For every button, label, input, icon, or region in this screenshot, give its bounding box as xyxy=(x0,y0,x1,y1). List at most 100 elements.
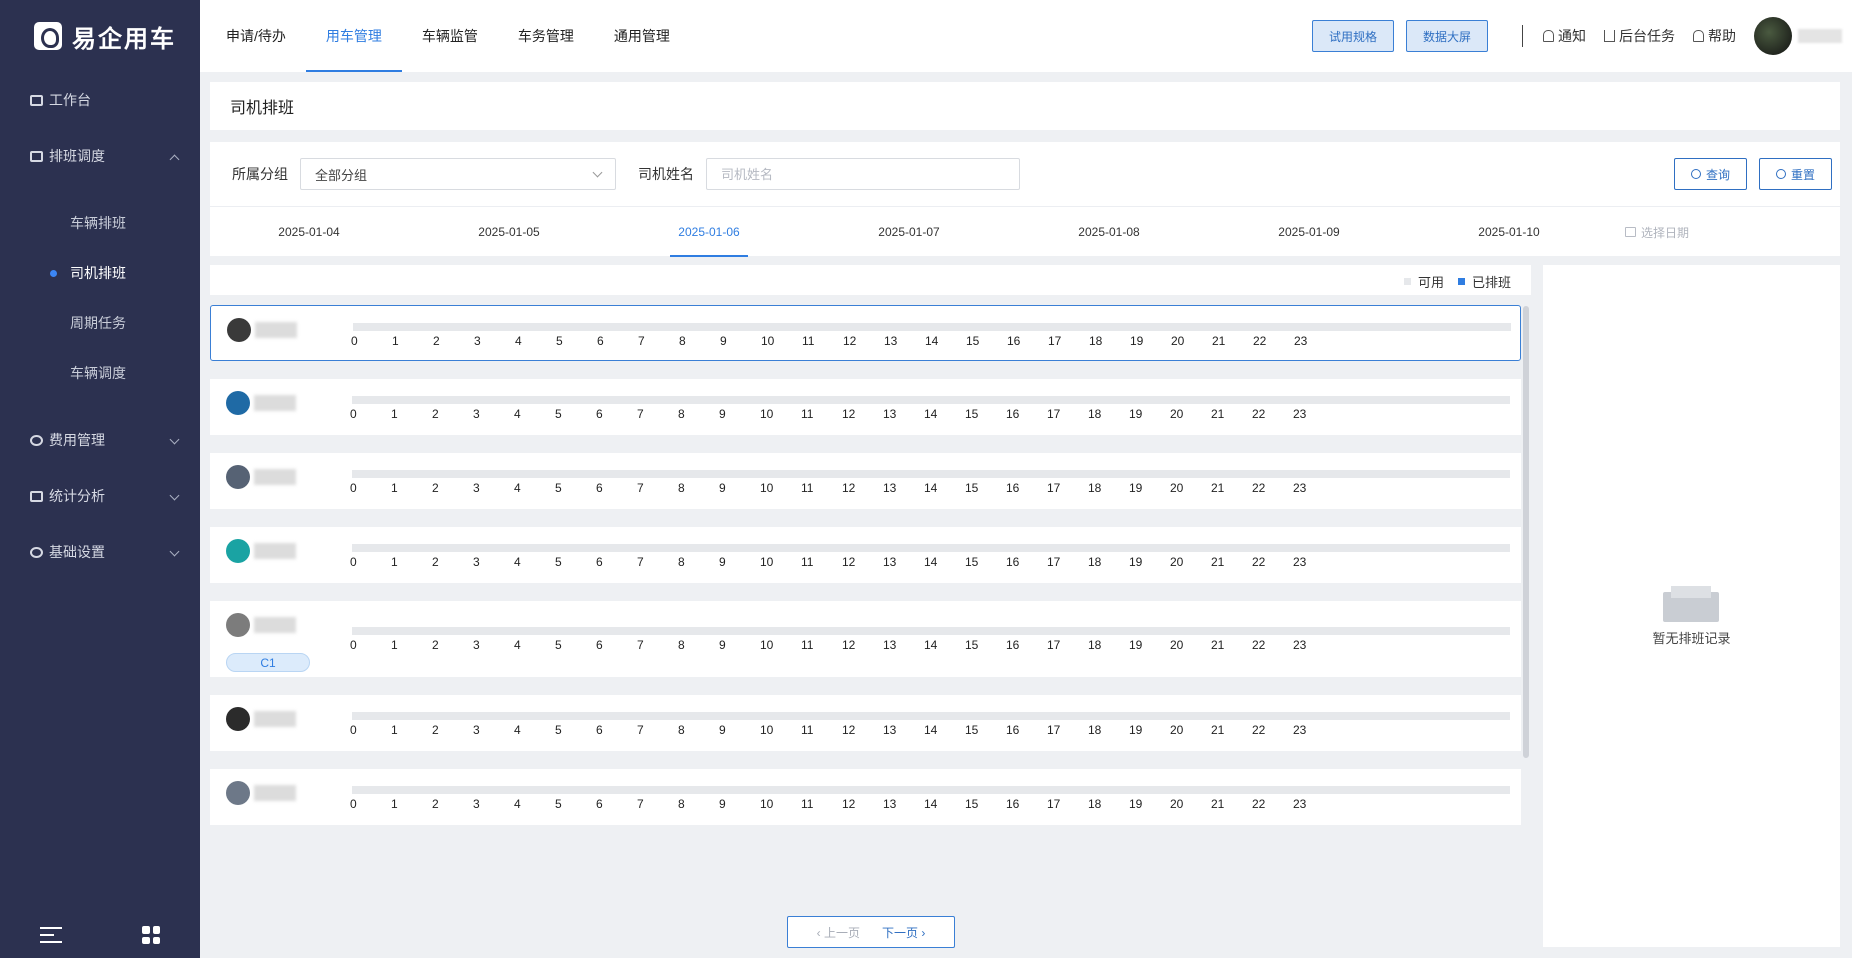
hour-tick-label: 19 xyxy=(1129,797,1143,811)
driver-avatar xyxy=(226,613,250,637)
hour-tick-label: 9 xyxy=(719,555,726,569)
hour-tick-label: 21 xyxy=(1211,481,1225,495)
group-select[interactable]: 全部分组 xyxy=(300,158,616,190)
tab-general-management[interactable]: 通用管理 xyxy=(594,0,690,72)
hour-tick-label: 23 xyxy=(1293,481,1307,495)
reset-button[interactable]: 重置 xyxy=(1758,158,1832,190)
hour-tick-label: 6 xyxy=(596,797,603,811)
sidebar-item-settings[interactable]: 基础设置 xyxy=(0,524,200,580)
hour-tick-label: 3 xyxy=(474,334,481,348)
tasks-label: 后台任务 xyxy=(1619,28,1675,44)
date-tab[interactable]: 2025-01-10 xyxy=(1470,207,1548,257)
timeline-track[interactable] xyxy=(352,786,1510,794)
date-tab[interactable]: 2025-01-07 xyxy=(870,207,948,257)
hour-tick-label: 23 xyxy=(1293,407,1307,421)
driver-name-input[interactable] xyxy=(706,158,1020,190)
hour-tick-label: 6 xyxy=(596,723,603,737)
hour-tick-label: 7 xyxy=(638,334,645,348)
tab-vehicle-monitoring[interactable]: 车辆监管 xyxy=(402,0,498,72)
hour-tick-label: 23 xyxy=(1293,723,1307,737)
query-button[interactable]: 查询 xyxy=(1673,158,1747,190)
timeline-track[interactable] xyxy=(352,544,1510,552)
driver-row[interactable]: 0 1 2 3 4 5 6 7 8 9 10 11 12 13 14 15 16 17 18 19 20 21 22 23 xyxy=(210,453,1521,509)
timeline-track[interactable] xyxy=(352,396,1510,404)
notify-link[interactable]: 通知 xyxy=(1543,26,1586,46)
app-logo[interactable]: 易企用车 xyxy=(0,0,200,72)
driver-row[interactable]: 0 1 2 3 4 5 6 7 8 9 10 11 12 13 14 15 16 17 18 19 20 21 22 23 xyxy=(210,769,1521,825)
tab-car-management[interactable]: 用车管理 xyxy=(305,0,402,72)
user-avatar[interactable] xyxy=(1754,17,1792,55)
date-tab-active[interactable]: 2025-01-06 xyxy=(670,207,748,257)
refresh-icon xyxy=(1775,169,1786,179)
sidebar-footer xyxy=(0,912,200,958)
user-name-blurred[interactable] xyxy=(1798,29,1842,43)
date-tab[interactable]: 2025-01-04 xyxy=(270,207,348,257)
driver-row[interactable]: 0 1 2 3 4 5 6 7 8 9 10 11 12 13 14 15 16 17 18 19 20 21 22 23 xyxy=(210,695,1521,751)
timeline-track[interactable] xyxy=(352,712,1510,720)
chevron-down-icon xyxy=(169,434,180,445)
date-tab[interactable]: 2025-01-05 xyxy=(470,207,548,257)
driver-schedule-list: 0 1 2 3 4 5 6 7 8 9 10 11 12 13 14 15 16 17 18 19 20 21 22 23 0 1… xyxy=(210,303,1521,943)
hour-tick-label: 8 xyxy=(678,638,685,652)
hour-tick-label: 16 xyxy=(1006,638,1020,652)
chevron-up-icon xyxy=(169,154,180,165)
next-page-button[interactable]: 下一页 › xyxy=(882,924,925,941)
hour-tick-label: 18 xyxy=(1088,555,1102,569)
driver-row[interactable]: 0 1 2 3 4 5 6 7 8 9 10 11 12 13 14 15 16 17 18 19 20 21 22 23 xyxy=(210,527,1521,583)
hour-tick-label: 15 xyxy=(966,334,980,348)
chevron-down-icon xyxy=(169,490,180,501)
sidebar-subitem-driver-schedule[interactable]: 司机排班 xyxy=(0,248,200,298)
hour-tick-label: 20 xyxy=(1170,723,1184,737)
sidebar-item-stats[interactable]: 统计分析 xyxy=(0,468,200,524)
sidebar-subitem-vehicle-dispatch[interactable]: 车辆调度 xyxy=(0,348,200,398)
calendar-icon xyxy=(30,150,43,162)
chevron-down-icon xyxy=(592,167,603,178)
hour-tick-label: 12 xyxy=(842,481,856,495)
driver-row[interactable]: 0 1 2 3 4 5 6 7 8 9 10 11 12 13 14 15 16 17 18 19 20 21 22 23 xyxy=(210,379,1521,435)
hour-tick-label: 0 xyxy=(350,638,357,652)
sidebar-item-workbench[interactable]: 工作台 xyxy=(0,72,200,128)
date-tab[interactable]: 2025-01-08 xyxy=(1070,207,1148,257)
topbar-actions: 试用规格 数据大屏 通知 后台任务 帮助 xyxy=(1300,0,1842,72)
sidebar-item-scheduling[interactable]: 排班调度 xyxy=(0,128,200,184)
hour-tick-label: 1 xyxy=(391,638,398,652)
data-screen-button[interactable]: 数据大屏 xyxy=(1405,20,1488,52)
hour-tick-label: 0 xyxy=(350,555,357,569)
prev-page-button[interactable]: ‹ 上一页 xyxy=(817,924,860,941)
trial-spec-button[interactable]: 试用规格 xyxy=(1311,20,1394,52)
help-link[interactable]: 帮助 xyxy=(1693,26,1736,46)
background-tasks-link[interactable]: 后台任务 xyxy=(1604,26,1675,46)
apps-grid-icon[interactable] xyxy=(142,926,160,944)
tab-vehicle-affairs[interactable]: 车务管理 xyxy=(498,0,594,72)
timeline-track[interactable] xyxy=(352,627,1510,635)
chevron-down-icon xyxy=(169,546,180,557)
sidebar-item-cost[interactable]: 费用管理 xyxy=(0,412,200,468)
driver-name-label: 司机姓名 xyxy=(638,166,694,182)
hour-axis: 0 1 2 3 4 5 6 7 8 9 10 11 12 13 14 15 16 17 18 19 20 21 22 23 xyxy=(350,638,1350,654)
hour-tick-label: 18 xyxy=(1089,334,1103,348)
hour-tick-label: 13 xyxy=(883,407,897,421)
date-tab[interactable]: 2025-01-09 xyxy=(1270,207,1348,257)
hour-tick-label: 8 xyxy=(678,797,685,811)
sidebar-subitem-vehicle-schedule[interactable]: 车辆排班 xyxy=(0,198,200,248)
logo-text: 易企用车 xyxy=(72,25,176,53)
date-picker[interactable]: 选择日期 xyxy=(1625,207,1689,257)
hour-tick-label: 13 xyxy=(884,334,898,348)
timeline-track[interactable] xyxy=(352,470,1510,478)
collapse-menu-icon[interactable] xyxy=(40,927,62,943)
hour-tick-label: 4 xyxy=(514,555,521,569)
driver-row[interactable]: C1 0 1 2 3 4 5 6 7 8 9 10 11 12 13 14 15 16 17 18 19 20 21 22 23 xyxy=(210,601,1521,677)
driver-row[interactable]: 0 1 2 3 4 5 6 7 8 9 10 11 12 13 14 15 16 17 18 19 20 21 22 23 xyxy=(210,305,1521,361)
hour-tick-label: 22 xyxy=(1252,638,1266,652)
hour-tick-label: 12 xyxy=(842,407,856,421)
list-scrollbar[interactable] xyxy=(1523,306,1529,758)
gear-icon xyxy=(30,546,43,558)
timeline-track[interactable] xyxy=(353,323,1511,331)
hour-tick-label: 21 xyxy=(1212,334,1226,348)
sidebar-subitem-periodic-task[interactable]: 周期任务 xyxy=(0,298,200,348)
tab-requests[interactable]: 申请/待办 xyxy=(206,0,306,72)
hour-tick-label: 23 xyxy=(1293,638,1307,652)
hour-tick-label: 15 xyxy=(965,797,979,811)
hour-tick-label: 14 xyxy=(924,638,938,652)
hour-tick-label: 12 xyxy=(842,797,856,811)
